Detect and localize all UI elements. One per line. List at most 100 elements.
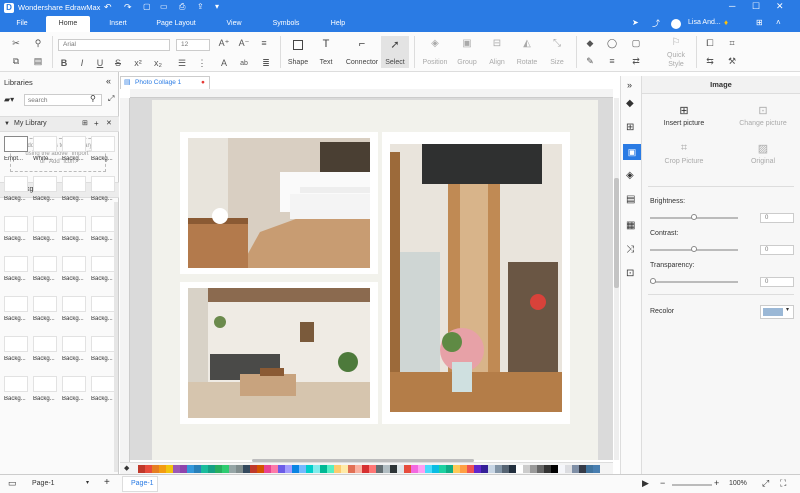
image-panel-icon[interactable]: ▣ [623, 144, 641, 160]
color-swatch[interactable] [292, 465, 299, 473]
tab-view[interactable]: View [220, 16, 248, 32]
color-swatch[interactable] [376, 465, 383, 473]
color-swatch[interactable] [208, 465, 215, 473]
font-color-icon[interactable]: A [218, 58, 230, 69]
transparency-knob[interactable] [650, 278, 656, 284]
color-swatch[interactable] [271, 465, 278, 473]
zoom-slider[interactable] [672, 484, 712, 486]
my-library-header[interactable]: ▼ My Library ⊞ + ✕ [0, 116, 119, 132]
color-swatch[interactable] [180, 465, 187, 473]
color-swatch[interactable] [523, 465, 530, 473]
background-thumbnail[interactable] [4, 256, 28, 272]
select-button[interactable]: ➚ Select [381, 36, 409, 68]
color-swatch[interactable] [313, 465, 320, 473]
background-thumbnail[interactable] [91, 376, 115, 392]
color-swatch[interactable] [397, 465, 404, 473]
color-swatch[interactable] [516, 465, 523, 473]
background-thumbnail[interactable] [91, 216, 115, 232]
play-icon[interactable]: ▶ [642, 478, 649, 489]
connector-button[interactable]: ⌐ Connector [344, 36, 380, 68]
new-icon[interactable]: ▢ [143, 2, 151, 11]
background-thumbnail[interactable] [33, 336, 57, 352]
connection-panel-icon[interactable]: ⤨ [626, 244, 634, 255]
layers-panel-icon[interactable]: ◈ [626, 170, 634, 181]
color-swatch[interactable] [488, 465, 495, 473]
bullets-icon[interactable]: ☰ [176, 58, 188, 69]
color-swatch[interactable] [257, 465, 264, 473]
arrow-style-icon[interactable]: ⇄ [630, 56, 642, 67]
background-thumbnail[interactable] [91, 336, 115, 352]
color-swatch[interactable] [593, 465, 600, 473]
close-section-icon[interactable]: ✕ [106, 117, 112, 131]
color-swatch[interactable] [250, 465, 257, 473]
color-swatch[interactable] [558, 465, 565, 473]
color-swatch[interactable] [572, 465, 579, 473]
background-thumbnail[interactable] [4, 336, 28, 352]
add-icon[interactable]: + [94, 117, 99, 131]
background-thumbnail[interactable] [62, 136, 86, 152]
background-thumbnail[interactable] [91, 296, 115, 312]
color-swatch[interactable] [152, 465, 159, 473]
tools-icon[interactable]: ⚒ [726, 56, 738, 67]
color-swatch[interactable] [411, 465, 418, 473]
presentation-panel-icon[interactable]: ⊡ [626, 268, 634, 279]
background-thumbnail[interactable] [33, 176, 57, 192]
replace-icon[interactable]: ⇆ [704, 56, 716, 67]
shrink-font-icon[interactable]: A⁻ [238, 38, 250, 49]
background-thumbnail[interactable] [33, 136, 57, 152]
original-button[interactable]: ▨ Original [732, 142, 794, 172]
user-avatar[interactable] [671, 19, 681, 29]
color-swatch[interactable] [432, 465, 439, 473]
background-thumbnail[interactable] [4, 296, 28, 312]
expand-panel-icon[interactable]: » [627, 80, 632, 90]
style-panel-icon[interactable]: ⊞ [626, 122, 634, 133]
line-style-icon[interactable]: ✎ [584, 56, 596, 67]
color-swatch[interactable] [299, 465, 306, 473]
color-swatch[interactable] [467, 465, 474, 473]
zoom-in-icon[interactable]: + [714, 478, 719, 488]
color-swatch[interactable] [215, 465, 222, 473]
color-swatch[interactable] [362, 465, 369, 473]
send-icon[interactable]: ➤ [632, 18, 639, 27]
vertical-scrollbar-thumb[interactable] [614, 178, 619, 288]
brightness-knob[interactable] [691, 214, 697, 220]
collapse-ribbon-icon[interactable]: ˄ [776, 18, 781, 27]
fill-bucket-icon[interactable]: ◆ [124, 464, 129, 472]
zoom-level[interactable]: 100% [729, 480, 747, 487]
superscript-icon[interactable]: x² [132, 58, 144, 69]
color-swatch[interactable] [278, 465, 285, 473]
zoom-out-icon[interactable]: − [660, 478, 665, 488]
color-swatch[interactable] [425, 465, 432, 473]
background-thumbnail[interactable] [62, 376, 86, 392]
fullscreen-icon[interactable]: ⛶ [780, 478, 786, 489]
color-swatch[interactable] [236, 465, 243, 473]
color-swatch[interactable] [243, 465, 250, 473]
position-button[interactable]: ◈ Position [420, 36, 450, 68]
bold-icon[interactable]: B [58, 58, 70, 69]
print-icon[interactable]: ⎙ [179, 2, 185, 12]
background-thumbnail[interactable] [62, 256, 86, 272]
background-thumbnail[interactable] [4, 216, 28, 232]
color-swatch[interactable] [201, 465, 208, 473]
line-weight-icon[interactable]: ≡ [606, 56, 618, 67]
vertical-scrollbar[interactable] [614, 98, 619, 460]
more-icon[interactable]: ▾ [215, 2, 219, 11]
undo-icon[interactable]: ↶ [104, 2, 112, 13]
background-thumbnail[interactable] [62, 216, 86, 232]
color-swatch[interactable] [502, 465, 509, 473]
copy-format-icon[interactable]: ⧠ [704, 38, 716, 49]
underline-icon[interactable]: U [94, 58, 106, 69]
page-view-icon[interactable]: ▭ [8, 478, 17, 489]
tab-page-layout[interactable]: Page Layout [150, 16, 202, 32]
background-thumbnail[interactable] [91, 136, 115, 152]
tab-file[interactable]: File [8, 16, 36, 32]
share-icon[interactable]: ⤴ [652, 18, 660, 29]
color-swatch[interactable] [551, 465, 558, 473]
color-swatch[interactable] [509, 465, 516, 473]
color-swatch[interactable] [537, 465, 544, 473]
color-swatch[interactable] [453, 465, 460, 473]
color-swatch[interactable] [264, 465, 271, 473]
color-swatch[interactable] [159, 465, 166, 473]
shape-button[interactable]: Shape [286, 36, 310, 68]
redo-icon[interactable]: ↷ [124, 2, 132, 13]
